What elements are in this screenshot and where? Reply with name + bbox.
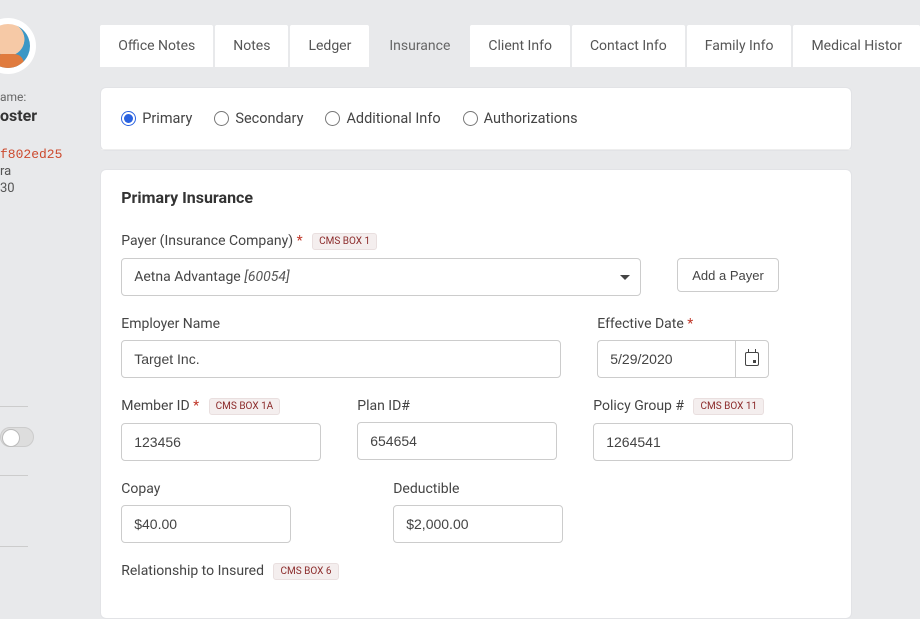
radio-label: Secondary bbox=[235, 110, 303, 127]
chevron-down-icon bbox=[620, 275, 630, 280]
section-title: Primary Insurance bbox=[121, 188, 831, 207]
relationship-label: Relationship to Insured CMS BOX 6 bbox=[121, 563, 831, 580]
tab-contact-info[interactable]: Contact Info bbox=[572, 25, 685, 67]
radio-icon bbox=[463, 111, 478, 126]
radio-authorizations[interactable]: Authorizations bbox=[463, 110, 578, 127]
radio-label: Additional Info bbox=[346, 110, 440, 127]
client-id: f802ed25 bbox=[0, 147, 78, 162]
radio-additional-info[interactable]: Additional Info bbox=[325, 110, 440, 127]
radio-label: Authorizations bbox=[484, 110, 578, 127]
client-sidebar: ame: oster f802ed25 ra 30 bbox=[0, 0, 78, 583]
add-payer-button[interactable]: Add a Payer bbox=[677, 258, 779, 292]
effective-date-input[interactable] bbox=[597, 340, 735, 378]
tab-insurance[interactable]: Insurance bbox=[371, 25, 468, 67]
insurance-type-radios: Primary Secondary Additional Info Author… bbox=[101, 88, 851, 150]
radio-icon bbox=[121, 111, 136, 126]
name-label: ame: bbox=[0, 90, 78, 104]
cms-badge: CMS BOX 6 bbox=[273, 563, 338, 580]
radio-label: Primary bbox=[142, 110, 192, 127]
deductible-input[interactable] bbox=[393, 505, 563, 543]
effective-date-label: Effective Date * bbox=[597, 316, 769, 332]
insurance-type-panel: Primary Secondary Additional Info Author… bbox=[100, 87, 852, 151]
deductible-label: Deductible bbox=[393, 481, 563, 497]
divider bbox=[0, 475, 28, 476]
member-id-input[interactable] bbox=[121, 423, 321, 461]
cms-badge: CMS BOX 11 bbox=[693, 398, 764, 415]
tab-family-info[interactable]: Family Info bbox=[687, 25, 792, 67]
policy-group-label: Policy Group # CMS BOX 11 bbox=[593, 398, 793, 415]
radio-primary[interactable]: Primary bbox=[121, 110, 192, 127]
member-id-label: Member ID * CMS BOX 1A bbox=[121, 398, 321, 415]
payer-select[interactable]: Aetna Advantage [60054] bbox=[121, 258, 641, 296]
divider bbox=[0, 546, 28, 547]
copay-input[interactable] bbox=[121, 505, 291, 543]
employer-label: Employer Name bbox=[121, 316, 561, 332]
client-subline-1: ra bbox=[0, 164, 78, 179]
primary-insurance-section: Primary Insurance Payer (Insurance Compa… bbox=[100, 169, 852, 619]
avatar bbox=[0, 18, 36, 74]
copay-label: Copay bbox=[121, 481, 291, 497]
radio-secondary[interactable]: Secondary bbox=[214, 110, 303, 127]
sidebar-toggle[interactable] bbox=[0, 427, 34, 447]
tab-client-info[interactable]: Client Info bbox=[470, 25, 570, 67]
tab-office-notes[interactable]: Office Notes bbox=[100, 25, 213, 67]
client-name: oster bbox=[0, 104, 78, 125]
client-subline-2: 30 bbox=[0, 181, 78, 196]
plan-id-label: Plan ID# bbox=[357, 398, 557, 414]
cms-badge: CMS BOX 1A bbox=[209, 398, 281, 415]
payer-label: Payer (Insurance Company) * CMS BOX 1 bbox=[121, 233, 831, 250]
main-content: Office Notes Notes Ledger Insurance Clie… bbox=[78, 0, 920, 583]
radio-icon bbox=[325, 111, 340, 126]
divider bbox=[0, 406, 28, 407]
tab-bar: Office Notes Notes Ledger Insurance Clie… bbox=[100, 25, 920, 67]
radio-icon bbox=[214, 111, 229, 126]
tab-medical-history[interactable]: Medical Histor bbox=[793, 25, 920, 67]
cms-badge: CMS BOX 1 bbox=[312, 233, 377, 250]
calendar-icon bbox=[745, 352, 759, 366]
plan-id-input[interactable] bbox=[357, 422, 557, 460]
policy-group-input[interactable] bbox=[593, 423, 793, 461]
tab-ledger[interactable]: Ledger bbox=[290, 25, 369, 67]
calendar-button[interactable] bbox=[735, 340, 769, 378]
employer-input[interactable] bbox=[121, 340, 561, 378]
tab-notes[interactable]: Notes bbox=[215, 25, 288, 67]
